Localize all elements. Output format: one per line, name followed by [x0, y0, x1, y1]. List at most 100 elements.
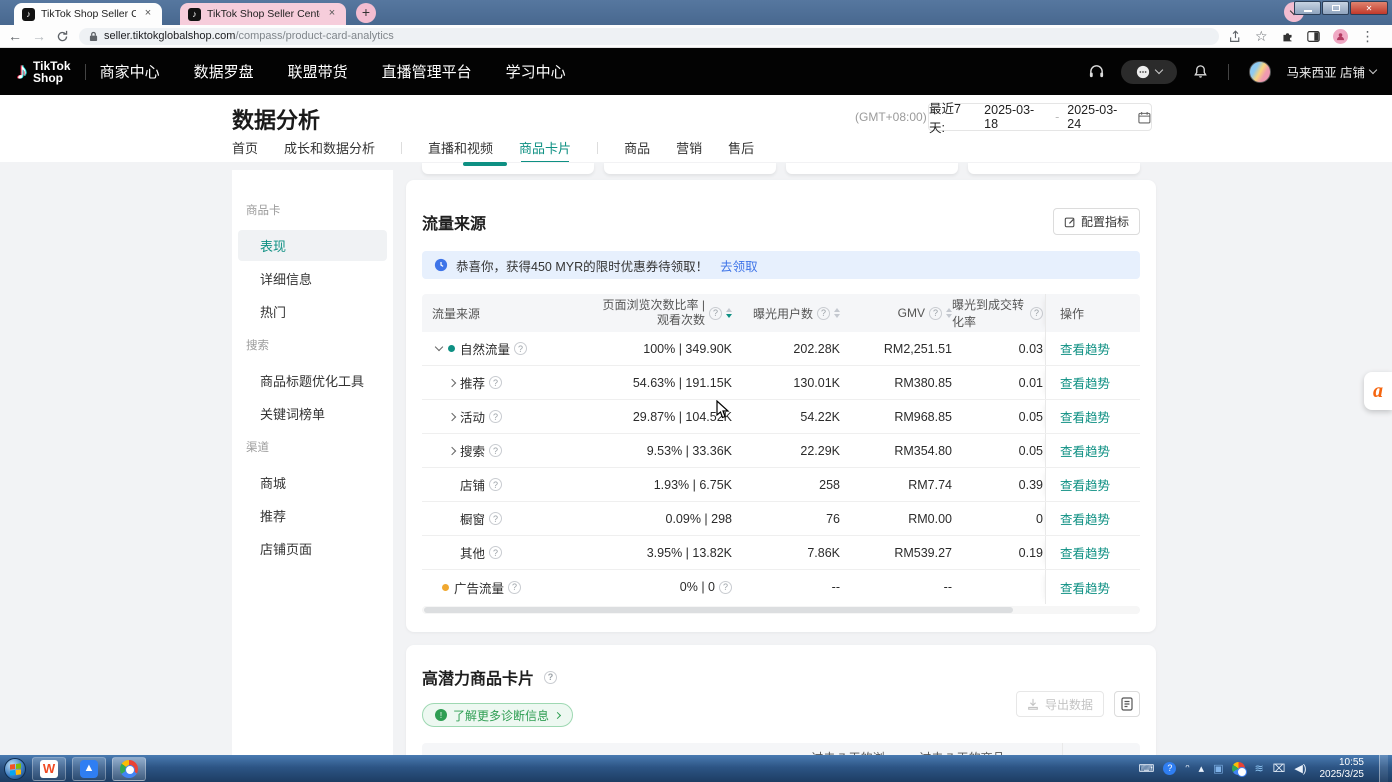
help-icon[interactable]: [514, 342, 527, 355]
browser-menu-icon[interactable]: ⋮: [1361, 29, 1375, 43]
scrollbar-thumb[interactable]: [424, 607, 1013, 613]
bookmark-star-icon[interactable]: ☆: [1255, 29, 1268, 43]
diagnosis-label: 了解更多诊断信息: [453, 707, 549, 724]
help-icon[interactable]: [544, 671, 557, 684]
cell-users: --: [732, 580, 840, 594]
tab-growth-analytics[interactable]: 成长和数据分析: [284, 138, 375, 163]
help-icon[interactable]: [929, 307, 942, 320]
network-icon[interactable]: ⌧: [1273, 762, 1286, 775]
share-icon[interactable]: [1229, 30, 1242, 43]
tab-after-sales[interactable]: 售后: [728, 138, 754, 163]
sidebar-item-title-optimizer[interactable]: 商品标题优化工具: [232, 365, 393, 396]
tray-window-icon[interactable]: ᵔ: [1185, 763, 1189, 775]
extensions-puzzle-icon[interactable]: [1281, 30, 1294, 43]
taskbar-clock[interactable]: 10:55 2025/3/25: [1320, 757, 1365, 781]
expand-icon[interactable]: [446, 444, 460, 458]
tab-product-card[interactable]: 商品卡片: [519, 138, 571, 163]
diagnosis-info-link[interactable]: 了解更多诊断信息: [422, 703, 573, 727]
help-icon[interactable]: [489, 444, 502, 457]
sidebar-item-details[interactable]: 详细信息: [232, 263, 393, 294]
tab-marketing[interactable]: 营销: [676, 138, 702, 163]
help-icon[interactable]: [489, 376, 502, 389]
help-icon[interactable]: [817, 307, 830, 320]
help-icon[interactable]: [719, 581, 732, 594]
date-range-picker[interactable]: 最近7天: 2025-03-18 - 2025-03-24: [928, 103, 1152, 131]
export-data-button[interactable]: 导出数据: [1016, 691, 1104, 717]
tab-home[interactable]: 首页: [232, 138, 258, 163]
address-bar[interactable]: seller.tiktokglobalshop.com/compass/prod…: [79, 28, 1219, 45]
profile-avatar[interactable]: [1333, 29, 1348, 44]
minimize-button[interactable]: [1294, 1, 1321, 15]
nav-data-compass[interactable]: 数据罗盘: [194, 61, 254, 82]
help-icon[interactable]: [709, 307, 722, 320]
promo-float-badge[interactable]: a: [1364, 372, 1392, 410]
nav-learning-center[interactable]: 学习中心: [506, 61, 566, 82]
help-icon[interactable]: [489, 546, 502, 559]
view-trend-link[interactable]: 查看趋势: [1060, 339, 1110, 358]
shop-avatar[interactable]: [1249, 61, 1271, 83]
col-action: 操作: [1045, 294, 1140, 332]
nav-seller-center[interactable]: 商家中心: [100, 61, 160, 82]
sidebar-item-mall[interactable]: 商城: [232, 467, 393, 498]
side-panel-icon[interactable]: [1307, 30, 1320, 43]
view-trend-link[interactable]: 查看趋势: [1060, 543, 1110, 562]
tray-help-icon[interactable]: ?: [1163, 762, 1176, 775]
section-title: 高潜力商品卡片: [422, 665, 534, 689]
tray-app-icon[interactable]: ▣: [1213, 762, 1223, 775]
tray-sync-icon[interactable]: ≋: [1254, 762, 1263, 775]
cell-cvr: 0: [952, 512, 1045, 526]
help-icon[interactable]: [1030, 307, 1043, 320]
help-icon[interactable]: [508, 581, 521, 594]
tab-live-video[interactable]: 直播和视频: [428, 138, 493, 163]
taskbar-app-wps[interactable]: W: [32, 757, 66, 781]
back-button[interactable]: ←: [8, 29, 22, 43]
show-desktop-button[interactable]: [1379, 755, 1388, 782]
view-trend-link[interactable]: 查看趋势: [1060, 509, 1110, 528]
sidebar-item-keyword-ranking[interactable]: 关键词榜单: [232, 398, 393, 429]
browser-tab-1[interactable]: TikTok Shop Seller Center | Cr: [14, 3, 162, 25]
tab-close-icon[interactable]: [326, 8, 338, 20]
maximize-button[interactable]: [1322, 1, 1349, 15]
bell-icon[interactable]: [1193, 64, 1208, 79]
tab-products[interactable]: 商品: [624, 138, 650, 163]
view-trend-link[interactable]: 查看趋势: [1060, 407, 1110, 426]
view-trend-link[interactable]: 查看趋势: [1060, 441, 1110, 460]
taskbar-app-chrome[interactable]: [112, 757, 146, 781]
expand-icon[interactable]: [446, 376, 460, 390]
sidebar-item-performance[interactable]: 表现: [238, 230, 387, 261]
shop-switcher[interactable]: 马来西亚 店铺: [1287, 62, 1376, 81]
collapse-icon[interactable]: [432, 342, 446, 356]
start-button[interactable]: [4, 758, 26, 780]
touch-keyboard-icon[interactable]: ⌨: [1138, 762, 1154, 775]
expand-icon[interactable]: [446, 410, 460, 424]
browser-tab-2[interactable]: TikTok Shop Seller Center | Cr: [180, 3, 346, 25]
date-range-label: 最近7天:: [929, 98, 976, 136]
forward-button[interactable]: →: [32, 29, 46, 43]
tab-close-icon[interactable]: [142, 8, 154, 20]
nav-affiliate[interactable]: 联盟带货: [288, 61, 348, 82]
help-icon[interactable]: [489, 410, 502, 423]
view-trend-link[interactable]: 查看趋势: [1060, 373, 1110, 392]
tray-expand-icon[interactable]: ▴: [1199, 762, 1205, 775]
sidebar-item-recommend[interactable]: 推荐: [232, 500, 393, 531]
messages-button[interactable]: [1121, 60, 1177, 84]
configure-metrics-button[interactable]: 配置指标: [1053, 208, 1140, 235]
taskbar-app-monitor[interactable]: ▲: [72, 757, 106, 781]
sidebar-item-trending[interactable]: 热门: [232, 296, 393, 327]
sidebar-item-shop-page[interactable]: 店铺页面: [232, 533, 393, 564]
close-button[interactable]: [1350, 1, 1388, 15]
headset-icon[interactable]: [1088, 63, 1105, 80]
tray-chrome-icon[interactable]: [1232, 762, 1245, 775]
claim-coupon-link[interactable]: 去领取: [720, 256, 758, 275]
volume-icon[interactable]: ◀): [1294, 762, 1306, 775]
nav-live-management[interactable]: 直播管理平台: [382, 61, 472, 82]
horizontal-scrollbar[interactable]: [422, 606, 1140, 614]
reload-button[interactable]: [56, 30, 69, 43]
new-tab-button[interactable]: [356, 3, 376, 23]
report-list-button[interactable]: [1114, 691, 1140, 717]
help-icon[interactable]: [489, 512, 502, 525]
help-icon[interactable]: [489, 478, 502, 491]
view-trend-link[interactable]: 查看趋势: [1060, 578, 1110, 597]
tiktok-shop-logo[interactable]: ♪ TikTokShop: [16, 58, 71, 86]
view-trend-link[interactable]: 查看趋势: [1060, 475, 1110, 494]
